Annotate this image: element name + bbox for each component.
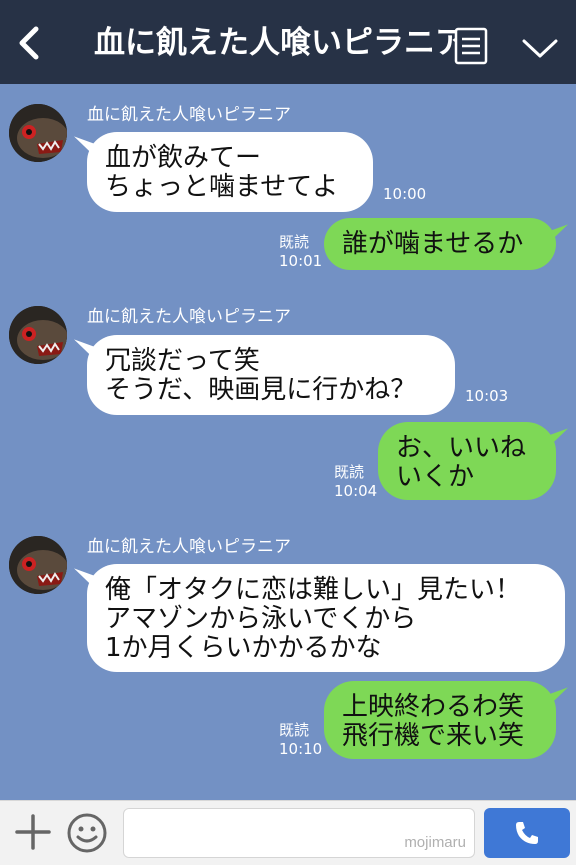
sender-name: 血に飢えた人喰いピラニア: [87, 105, 291, 125]
message-line: お、いいね: [396, 433, 527, 463]
message-line: 飛行機で来い笑: [342, 721, 525, 751]
message-line: 俺「オタクに恋は難しい」見たい！: [105, 575, 522, 605]
avatar[interactable]: [9, 104, 67, 162]
piranha-avatar-icon: [9, 104, 67, 162]
message-line: 血が飲みてー: [105, 143, 262, 173]
message-line: 上映終わるわ笑: [342, 692, 525, 722]
message-bubble-outgoing[interactable]: 上映終わるわ笑 飛行機で来い笑: [324, 681, 556, 759]
message-line: そうだ、映画見に行かね？: [105, 375, 417, 405]
read-status: 既読: [334, 463, 365, 481]
message-line: いくか: [396, 462, 475, 492]
message-line: 誰が噛ませるか: [342, 229, 524, 259]
message-line: ちょっと噛ませてよ: [105, 172, 339, 202]
input-bar: mojimaru: [0, 800, 576, 865]
message-line: アマゾンから泳いでくから: [105, 604, 417, 634]
piranha-avatar-icon: [9, 536, 67, 594]
piranha-avatar-icon: [9, 306, 67, 364]
avatar[interactable]: [9, 306, 67, 364]
read-status: 既読: [279, 721, 310, 739]
chevron-left-icon[interactable]: [14, 26, 46, 60]
sender-name: 血に飢えた人喰いピラニア: [87, 307, 291, 327]
note-icon[interactable]: [454, 27, 488, 65]
chat-area: 血に飢えた人喰いピラニア 血が飲みてー ちょっと噛ませてよ 10:00 既読 1…: [0, 84, 576, 800]
header-bar: 血に飢えた人喰いピラニア: [0, 0, 576, 84]
phone-icon: [516, 822, 538, 844]
chevron-down-icon[interactable]: [522, 38, 558, 60]
message-bubble-incoming[interactable]: 俺「オタクに恋は難しい」見たい！ アマゾンから泳いでくから 1か月くらいかかるか…: [87, 564, 565, 672]
sender-name: 血に飢えた人喰いピラニア: [87, 537, 291, 557]
message-bubble-outgoing[interactable]: 誰が噛ませるか: [324, 218, 556, 270]
plus-icon[interactable]: [14, 813, 52, 851]
smiley-icon[interactable]: [66, 812, 108, 854]
message-line: 1か月くらいかかるかな: [105, 633, 382, 663]
message-time: 10:00: [383, 185, 427, 203]
chat-title: 血に飢えた人喰いピラニア: [94, 25, 466, 61]
message-input[interactable]: mojimaru: [123, 808, 475, 858]
read-status: 既読: [279, 233, 310, 251]
avatar[interactable]: [9, 536, 67, 594]
watermark-text: mojimaru: [404, 834, 466, 851]
call-button[interactable]: [484, 808, 570, 858]
message-line: 冗談だって笑: [105, 346, 260, 376]
message-bubble-outgoing[interactable]: お、いいね いくか: [378, 422, 556, 500]
message-time: 10:01: [279, 252, 323, 270]
message-time: 10:04: [334, 482, 378, 500]
message-time: 10:03: [465, 387, 509, 405]
message-time: 10:10: [279, 740, 323, 758]
message-bubble-incoming[interactable]: 血が飲みてー ちょっと噛ませてよ: [87, 132, 373, 212]
message-bubble-incoming[interactable]: 冗談だって笑 そうだ、映画見に行かね？: [87, 335, 455, 415]
